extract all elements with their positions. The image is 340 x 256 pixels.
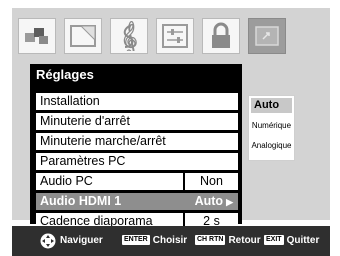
settings-frame: 𝄞 Réglages Installation Minuterie d'arrê… <box>12 8 330 230</box>
settings-menu-icon-tile[interactable] <box>156 18 194 54</box>
submenu-option-numerique[interactable]: Numérique <box>251 118 292 133</box>
menu-item-label: Installation <box>40 94 100 108</box>
menu-item-label: Audio HDMI 1 <box>40 194 122 208</box>
exit-key-badge: EXIT <box>264 235 284 246</box>
application-menu-icon-tile[interactable] <box>248 18 286 54</box>
screen-menu-icon-tile[interactable] <box>64 18 102 54</box>
lock-icon <box>212 22 230 48</box>
hint-back: CH RTN Retour <box>195 226 261 256</box>
menu-item-value-wrapper: Auto ▶ <box>183 193 238 210</box>
submenu-option-analogique[interactable]: Analogique <box>251 138 292 153</box>
hint-quit-label: Quitter <box>286 235 320 246</box>
ch-rtn-key-badge: CH RTN <box>195 235 226 246</box>
bottom-help-bar: Naviguer ENTER Choisir CH RTN Retour EXIT Q… <box>12 226 330 256</box>
menu-item-label: Minuterie d'arrêt <box>40 114 130 128</box>
hint-choose: ENTER Choisir <box>122 226 187 256</box>
audio-hdmi-submenu: Auto Numérique Analogique <box>248 95 295 161</box>
menu-item-label: Minuterie marche/arrêt <box>40 134 166 148</box>
enter-key-badge: ENTER <box>122 235 150 246</box>
triangle-right-icon: ▶ <box>226 197 233 207</box>
tv-screen: 𝄞 Réglages Installation Minuterie d'arrê… <box>0 0 340 256</box>
settings-sliders-icon <box>162 24 188 48</box>
navigation-dpad-icon <box>40 233 56 249</box>
menu-item-value: Non <box>183 173 238 190</box>
menu-item-minuterie-arret[interactable]: Minuterie d'arrêt <box>36 113 238 130</box>
menu-item-value: Auto <box>194 194 224 208</box>
audio-menu-icon-tile[interactable]: 𝄞 <box>110 18 148 54</box>
menu-item-audio-pc[interactable]: Audio PC Non <box>36 173 238 190</box>
menu-title: Réglages <box>36 67 94 82</box>
picture-icon <box>25 28 48 44</box>
menu-item-audio-hdmi-1[interactable]: Audio HDMI 1 Auto ▶ <box>36 193 238 210</box>
screen-icon <box>70 25 96 47</box>
hint-back-label: Retour <box>228 235 261 246</box>
submenu-option-auto[interactable]: Auto <box>251 98 292 113</box>
hint-navigate: Naviguer <box>60 235 103 246</box>
lock-menu-icon-tile[interactable] <box>202 18 240 54</box>
music-note-icon: 𝄞 <box>120 21 138 51</box>
application-icon <box>255 26 279 46</box>
menu-item-label: Audio PC <box>40 174 93 188</box>
menu-item-minuterie-marche-arret[interactable]: Minuterie marche/arrêt <box>36 133 238 150</box>
menu-item-parametres-pc[interactable]: Paramètres PC <box>36 153 238 170</box>
settings-menu: Réglages Installation Minuterie d'arrêt … <box>30 64 242 230</box>
menu-item-installation[interactable]: Installation <box>36 93 238 110</box>
hint-choose-label: Choisir <box>152 235 188 246</box>
hint-quit: EXIT Quitter <box>264 226 319 256</box>
menu-item-label: Paramètres PC <box>40 154 126 168</box>
picture-menu-icon-tile[interactable] <box>18 18 56 54</box>
